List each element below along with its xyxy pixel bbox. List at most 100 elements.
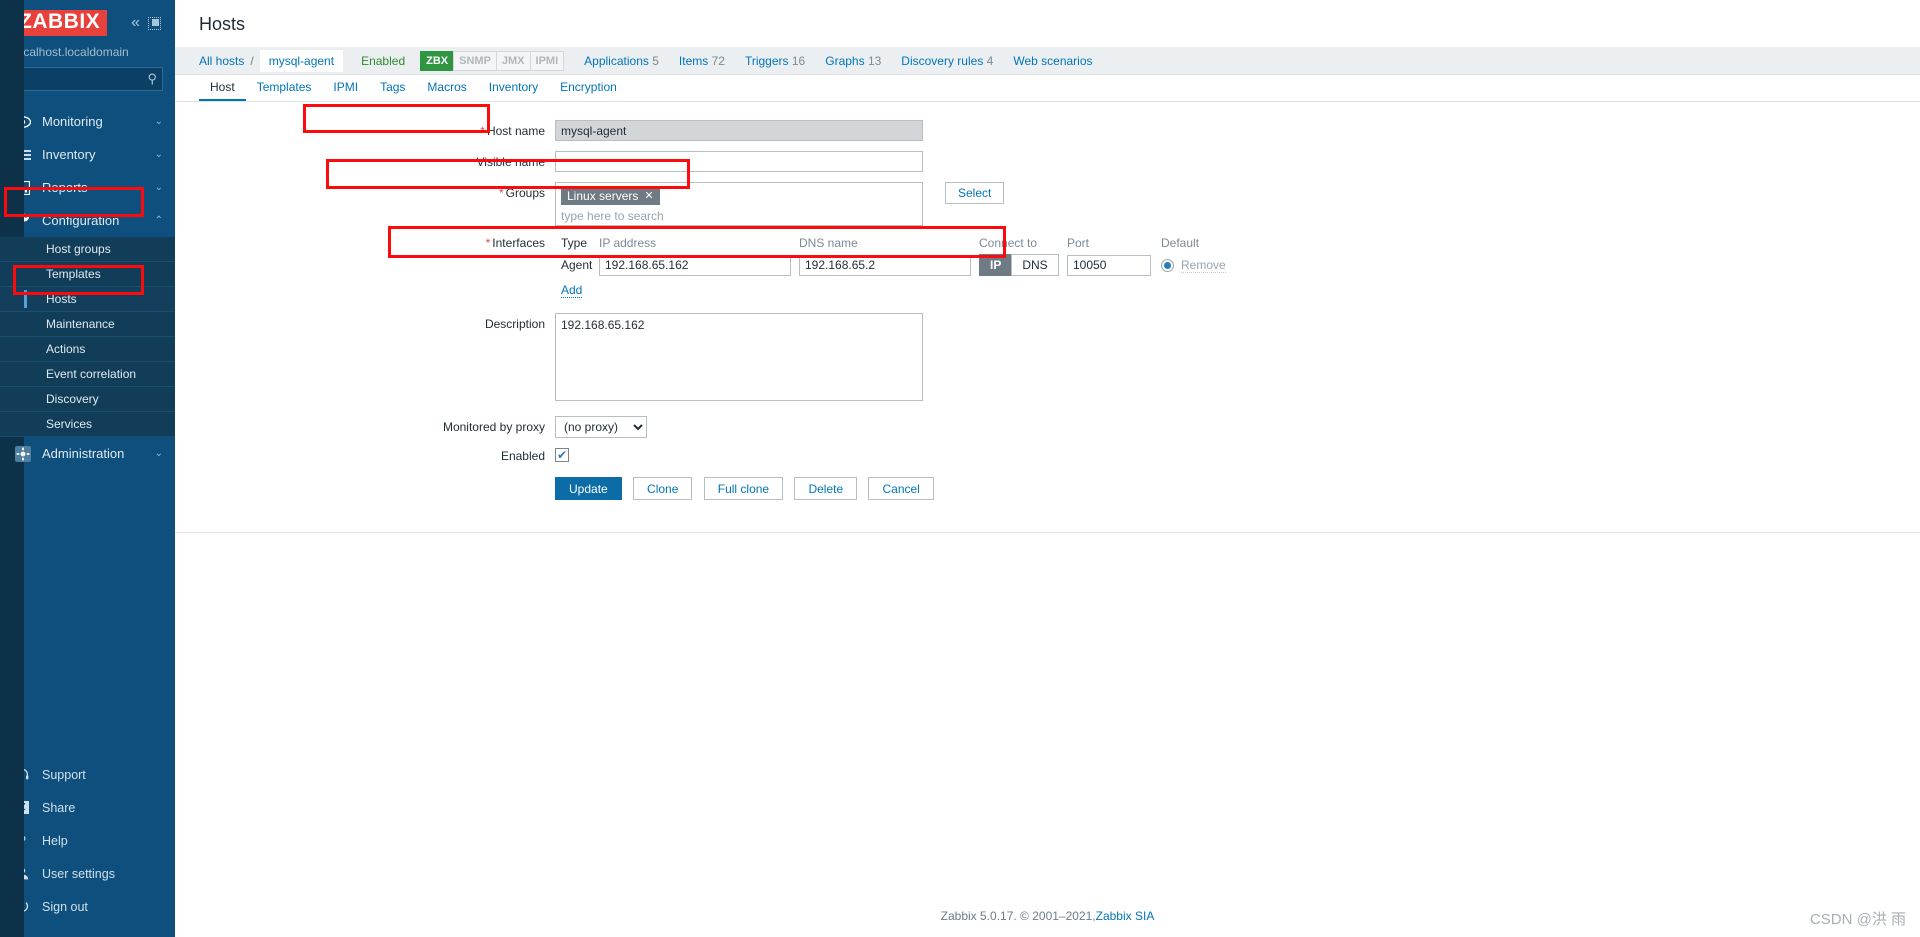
link-items[interactable]: Items 72: [679, 54, 725, 68]
select-button[interactable]: Select: [945, 182, 1005, 204]
sidebar-item-inventory[interactable]: Inventory ⌄: [0, 138, 175, 171]
sidebar-item-administration[interactable]: Administration ⌄: [0, 437, 175, 470]
connect-to-ip-button[interactable]: IP: [979, 254, 1013, 276]
sidebar-item-monitoring[interactable]: Monitoring ⌄: [0, 105, 175, 138]
interfaces-label: * Interfaces: [175, 236, 555, 250]
link-label: Triggers: [744, 53, 789, 68]
field-interfaces: * Interfaces Type IP address DNS name Con…: [175, 236, 1920, 298]
server-name: localhost.localdomain: [14, 45, 129, 60]
bottom-item-label: Sign out: [42, 899, 88, 914]
breadcrumb-all-hosts[interactable]: All hosts: [199, 54, 244, 68]
label-text: Interfaces: [492, 236, 545, 250]
cancel-button[interactable]: Cancel: [868, 477, 934, 500]
sidebar-item-reports[interactable]: Reports ⌄: [0, 171, 175, 204]
default-radio[interactable]: [1161, 258, 1174, 272]
tab-ipmi[interactable]: IPMI: [322, 75, 369, 101]
description-textarea[interactable]: 192.168.65.162: [555, 313, 923, 401]
full-clone-button[interactable]: Full clone: [703, 477, 784, 500]
sidebar-item-services[interactable]: Services: [0, 412, 175, 438]
sub-item-label: Maintenance: [46, 317, 115, 332]
protocol-badge-zbx[interactable]: ZBX: [420, 50, 455, 71]
protocol-badge-ipmi[interactable]: IPMI: [529, 50, 565, 71]
interface-port-input[interactable]: [1067, 254, 1151, 276]
sidebar-item-configuration[interactable]: Configuration ⌃: [0, 204, 175, 237]
bottom-item-label: Share: [42, 800, 76, 815]
tab-encryption[interactable]: Encryption: [549, 75, 628, 101]
required-marker: *: [485, 236, 491, 250]
bottom-item-label: User settings: [42, 866, 115, 881]
link-applications[interactable]: Applications 5: [584, 54, 659, 68]
link-graphs[interactable]: Graphs 13: [825, 54, 881, 68]
sidebar-item-share[interactable]: Z Share: [0, 791, 175, 824]
field-enabled: Enabled ✔: [175, 448, 1920, 463]
groups-placeholder: type here to search: [561, 209, 664, 223]
group-chip[interactable]: Linux servers ✕: [561, 187, 660, 205]
sidebar-item-host-groups[interactable]: Host groups: [0, 237, 175, 263]
sidebar-item-label: Inventory: [42, 147, 96, 163]
host-name-input[interactable]: [555, 120, 923, 141]
sidebar-header-icons: «: [131, 15, 163, 31]
sidebar-item-label: Monitoring: [42, 114, 103, 130]
label-text: Groups: [505, 186, 545, 200]
link-count: 5: [652, 53, 659, 68]
field-host-name: * Host name: [175, 120, 1920, 141]
sidebar-item-user-settings[interactable]: User settings: [0, 857, 175, 890]
link-discovery-rules[interactable]: Discovery rules 4: [901, 54, 993, 68]
close-icon[interactable]: ✕: [644, 189, 653, 203]
sidebar-item-maintenance[interactable]: Maintenance: [0, 312, 175, 338]
search-icon[interactable]: ⚲: [147, 71, 157, 87]
description-label: Description: [484, 317, 545, 331]
protocol-badge-snmp[interactable]: SNMP: [453, 50, 497, 71]
col-connect-to: Connect to: [979, 236, 1038, 250]
proxy-select[interactable]: (no proxy): [555, 416, 647, 438]
tab-host[interactable]: Host: [199, 75, 246, 101]
sidebar-item-actions[interactable]: Actions: [0, 337, 175, 363]
sidebar-item-sign-out[interactable]: Sign out: [0, 890, 175, 923]
sidebar-item-label: Administration: [42, 446, 125, 462]
interface-default-wrap: Remove: [1161, 258, 1271, 273]
sidebar-item-support[interactable]: Support: [0, 758, 175, 791]
clone-button[interactable]: Clone: [633, 477, 693, 500]
chevron-double-left-icon[interactable]: «: [131, 15, 140, 31]
enabled-checkbox[interactable]: ✔: [555, 448, 569, 462]
host-status-link[interactable]: Enabled: [361, 54, 405, 68]
breadcrumb-current-host[interactable]: mysql-agent: [259, 49, 344, 72]
sidebar-item-event-correlation[interactable]: Event correlation: [0, 362, 175, 388]
delete-button[interactable]: Delete: [794, 477, 858, 500]
link-triggers[interactable]: Triggers 16: [745, 54, 805, 68]
hide-sidebar-icon[interactable]: [148, 16, 161, 30]
tab-templates[interactable]: Templates: [246, 75, 323, 101]
groups-select-wrap: Select: [945, 182, 1005, 204]
visible-name-input[interactable]: [555, 151, 923, 172]
link-web-scenarios[interactable]: Web scenarios: [1013, 54, 1092, 68]
chevron-up-icon: ⌃: [154, 215, 163, 227]
sidebar-item-discovery[interactable]: Discovery: [0, 387, 175, 413]
protocol-badge-jmx[interactable]: JMX: [495, 50, 531, 71]
groups-multiselect[interactable]: Linux servers ✕ type here to search: [555, 182, 923, 226]
action-buttons: Update Clone Full clone Delete Cancel: [555, 477, 942, 500]
interfaces-header-row: Type IP address DNS name Connect to Port…: [555, 236, 1271, 250]
sidebar-item-help[interactable]: ? Help: [0, 824, 175, 857]
sidebar-item-hosts[interactable]: Hosts: [0, 287, 175, 313]
sidebar-item-label: Reports: [42, 180, 88, 196]
chevron-down-icon: ⌄: [154, 149, 163, 161]
update-button[interactable]: Update: [555, 477, 622, 500]
sub-item-label: Hosts: [46, 292, 77, 307]
remove-interface-link[interactable]: Remove: [1181, 258, 1226, 273]
link-count: 13: [867, 53, 882, 68]
connect-to-dns-button[interactable]: DNS: [1011, 254, 1059, 276]
tab-inventory[interactable]: Inventory: [478, 75, 549, 101]
interface-dns-input[interactable]: [799, 254, 971, 276]
actions-spacer: [175, 477, 555, 481]
add-interface-link[interactable]: Add: [561, 283, 583, 298]
interface-dns-wrap: [799, 254, 971, 276]
protocol-badges: ZBX SNMP JMX IPMI: [420, 50, 565, 71]
enabled-label: Enabled: [500, 449, 545, 463]
interface-ip-input[interactable]: [599, 254, 791, 276]
search-input[interactable]: [12, 67, 163, 92]
page-title: Hosts: [199, 14, 246, 34]
footer-link[interactable]: Zabbix SIA: [1096, 909, 1155, 923]
sidebar-item-templates[interactable]: Templates: [0, 262, 175, 288]
tab-macros[interactable]: Macros: [416, 75, 477, 101]
tab-tags[interactable]: Tags: [369, 75, 416, 101]
